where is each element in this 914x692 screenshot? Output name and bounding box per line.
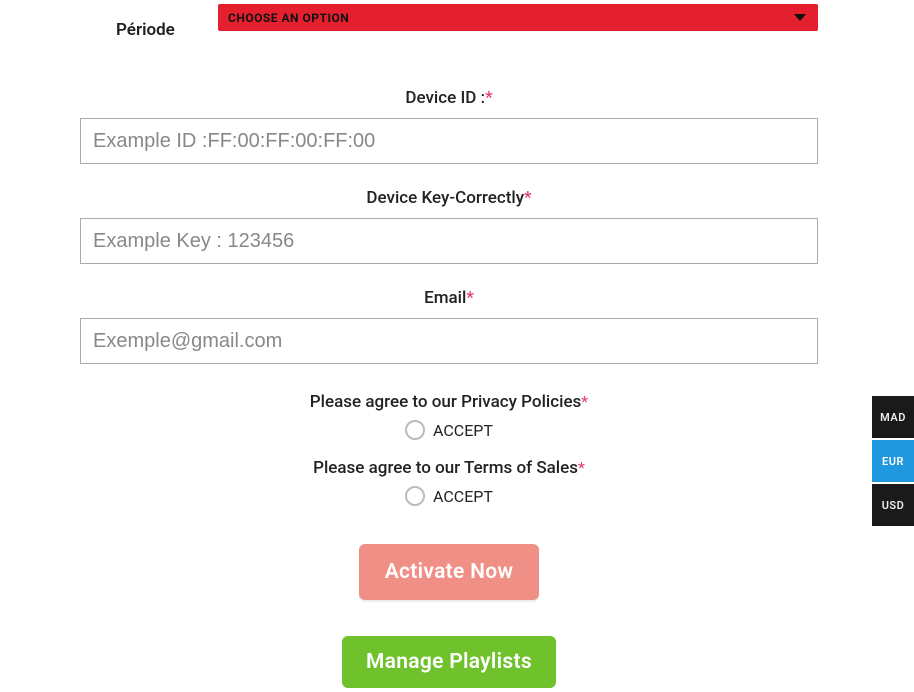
required-mark: * [524,188,532,208]
terms-accept-label: ACCEPT [433,487,493,506]
terms-agreement-text: Please agree to our Terms of Sales* [80,458,818,478]
device-id-label: Device ID :* [80,88,818,108]
privacy-agreement-block: Please agree to our Privacy Policies* AC… [80,392,818,440]
device-id-input[interactable] [80,118,818,164]
required-mark: * [466,288,474,308]
privacy-agreement-text: Please agree to our Privacy Policies* [80,392,818,412]
privacy-accept-label: ACCEPT [433,421,493,440]
currency-eur[interactable]: EUR [872,440,914,482]
required-mark: * [578,458,585,477]
email-label: Email* [80,288,818,308]
privacy-accept-radio[interactable] [405,420,425,440]
terms-text: Please agree to our Terms of Sales [313,458,578,478]
email-label-text: Email [424,288,466,308]
terms-accept-radio[interactable] [405,486,425,506]
required-mark: * [581,392,588,411]
activate-button[interactable]: Activate Now [359,544,540,600]
email-input[interactable] [80,318,818,364]
device-id-label-text: Device ID : [405,88,485,108]
chevron-down-icon [794,14,806,21]
currency-usd[interactable]: USD [872,484,914,526]
currency-mad[interactable]: MAD [872,396,914,438]
manage-playlists-button[interactable]: Manage Playlists [342,636,556,688]
periode-select[interactable]: CHOOSE AN OPTION [218,4,818,31]
device-key-label: Device Key-Correctly* [80,188,818,208]
terms-accept-row: ACCEPT [80,486,818,506]
currency-switcher: MAD EUR USD [872,396,914,528]
terms-agreement-block: Please agree to our Terms of Sales* ACCE… [80,458,818,506]
activation-form: Device ID :* Device Key-Correctly* Email… [80,88,818,688]
manage-row: Manage Playlists [80,600,818,688]
periode-select-text: CHOOSE AN OPTION [228,11,349,25]
periode-label: Période [116,20,175,40]
privacy-accept-row: ACCEPT [80,420,818,440]
device-key-input[interactable] [80,218,818,264]
device-key-label-text: Device Key-Correctly [366,188,524,208]
privacy-text: Please agree to our Privacy Policies [310,392,582,412]
activate-row: Activate Now [80,524,818,600]
required-mark: * [485,88,493,108]
